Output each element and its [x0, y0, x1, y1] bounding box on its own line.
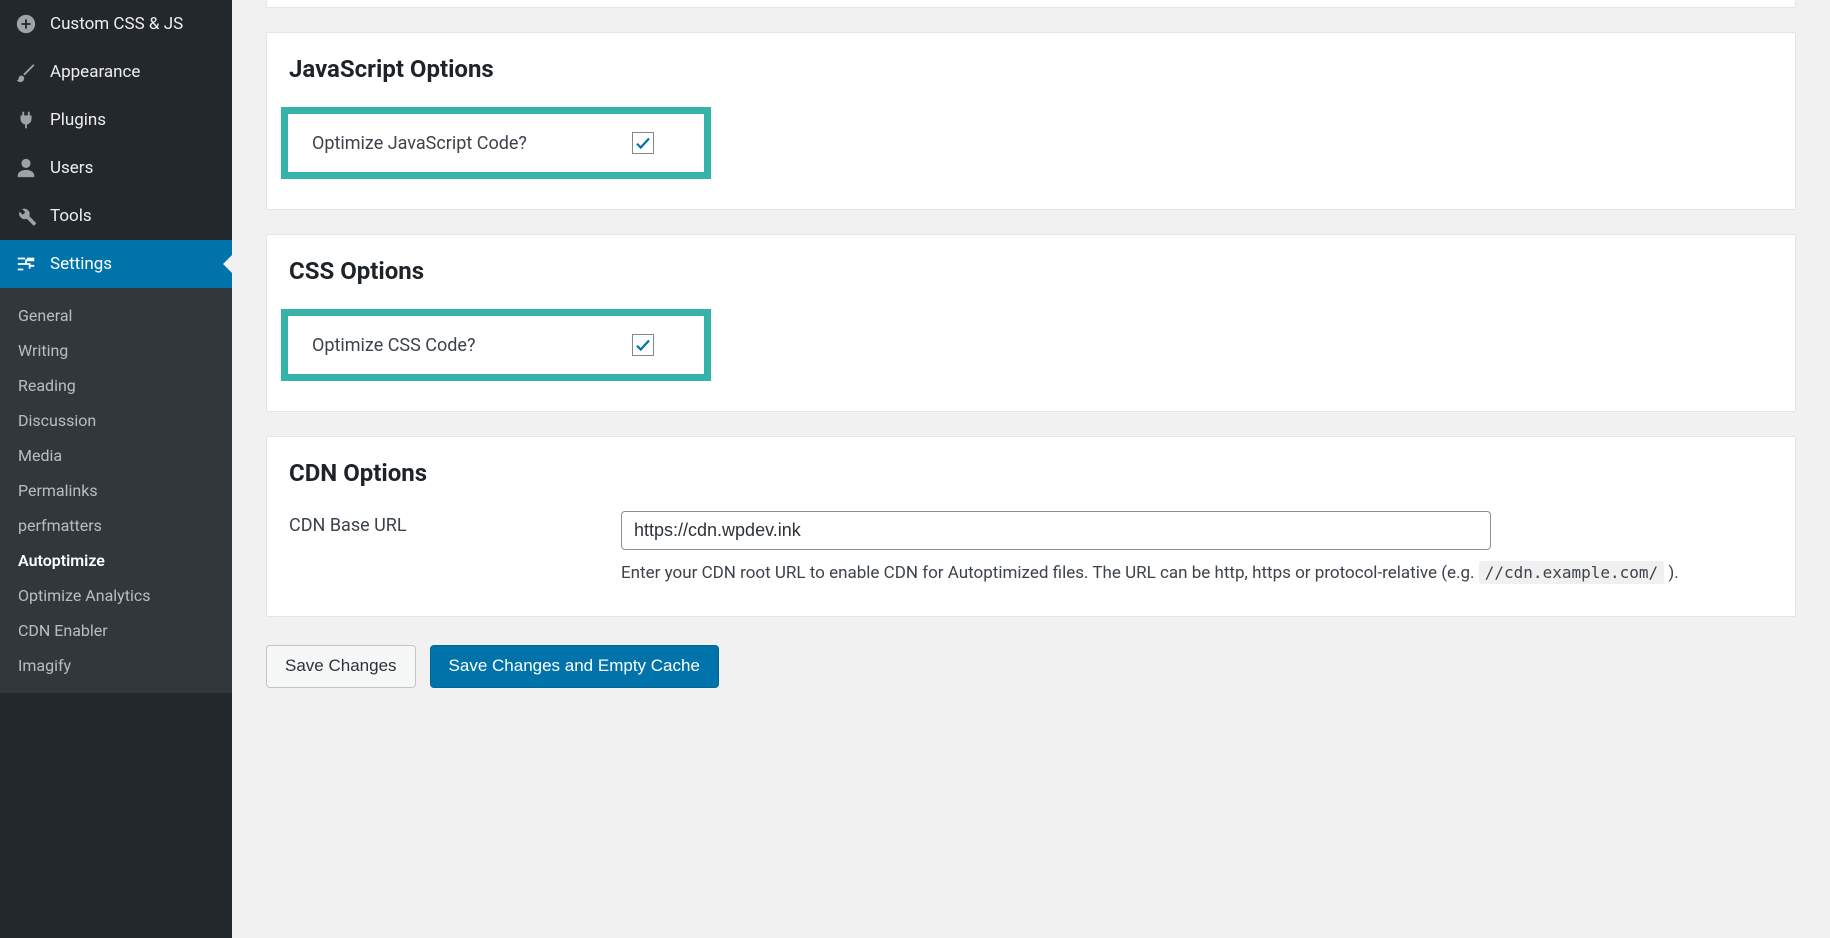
panel-stub-above: [266, 0, 1796, 8]
sidebar-item-tools[interactable]: Tools: [0, 192, 232, 240]
checkbox-optimize-css[interactable]: [632, 334, 654, 356]
sidebar-item-label: Users: [50, 158, 93, 178]
button-row: Save Changes Save Changes and Empty Cach…: [266, 645, 1796, 687]
panel-javascript-options: JavaScript Options Optimize JavaScript C…: [266, 32, 1796, 210]
user-icon: [14, 156, 38, 180]
sidebar-item-label: Custom CSS & JS: [50, 14, 183, 34]
field-label-optimize-js: Optimize JavaScript Code?: [312, 133, 632, 154]
sidebar-item-users[interactable]: Users: [0, 144, 232, 192]
highlight-optimize-css: Optimize CSS Code?: [281, 309, 711, 381]
admin-sidebar: Custom CSS & JS Appearance Plugins Users: [0, 0, 232, 938]
save-button[interactable]: Save Changes: [266, 645, 416, 687]
sidebar-item-label: Appearance: [50, 62, 140, 82]
help-text-segment: Enter your CDN root URL to enable CDN fo…: [621, 563, 1479, 583]
sidebar-item-appearance[interactable]: Appearance: [0, 48, 232, 96]
sidebar-item-label: Settings: [50, 254, 112, 274]
submenu-item-perfmatters[interactable]: perfmatters: [0, 508, 232, 543]
sidebar-item-custom-css-js[interactable]: Custom CSS & JS: [0, 0, 232, 48]
submenu-item-reading[interactable]: Reading: [0, 368, 232, 403]
submenu-item-imagify[interactable]: Imagify: [0, 648, 232, 683]
save-and-empty-cache-button[interactable]: Save Changes and Empty Cache: [430, 645, 719, 687]
sidebar-item-label: Tools: [50, 206, 92, 226]
panel-cdn-options: CDN Options CDN Base URL Enter your CDN …: [266, 436, 1796, 617]
sidebar-item-label: Plugins: [50, 110, 106, 130]
submenu-item-cdn-enabler[interactable]: CDN Enabler: [0, 613, 232, 648]
help-code-example: //cdn.example.com/: [1479, 561, 1664, 584]
cdn-help-text: Enter your CDN root URL to enable CDN fo…: [621, 560, 1773, 586]
submenu-item-discussion[interactable]: Discussion: [0, 403, 232, 438]
submenu-item-optimize-analytics[interactable]: Optimize Analytics: [0, 578, 232, 613]
panel-title: CSS Options: [289, 257, 1773, 285]
wrench-icon: [14, 204, 38, 228]
panel-css-options: CSS Options Optimize CSS Code?: [266, 234, 1796, 412]
help-text-segment: ).: [1668, 563, 1678, 583]
brush-icon: [14, 60, 38, 84]
main-content: JavaScript Options Optimize JavaScript C…: [232, 0, 1830, 938]
highlight-optimize-js: Optimize JavaScript Code?: [281, 107, 711, 179]
checkbox-optimize-js[interactable]: [632, 132, 654, 154]
sidebar-item-plugins[interactable]: Plugins: [0, 96, 232, 144]
field-label-cdn-base-url: CDN Base URL: [289, 511, 621, 536]
field-label-optimize-css: Optimize CSS Code?: [312, 335, 632, 356]
sliders-icon: [14, 252, 38, 276]
input-cdn-base-url[interactable]: [621, 511, 1491, 550]
submenu-item-writing[interactable]: Writing: [0, 333, 232, 368]
panel-title: JavaScript Options: [289, 55, 1773, 83]
submenu-item-autoptimize[interactable]: Autoptimize: [0, 543, 232, 578]
settings-submenu: General Writing Reading Discussion Media…: [0, 288, 232, 693]
plug-icon: [14, 108, 38, 132]
submenu-item-media[interactable]: Media: [0, 438, 232, 473]
plus-circle-icon: [14, 12, 38, 36]
field-row-cdn-base-url: CDN Base URL Enter your CDN root URL to …: [289, 511, 1773, 586]
panel-title: CDN Options: [289, 459, 1773, 487]
check-icon: [634, 336, 652, 354]
sidebar-item-settings[interactable]: Settings: [0, 240, 232, 288]
submenu-item-general[interactable]: General: [0, 298, 232, 333]
check-icon: [634, 134, 652, 152]
submenu-item-permalinks[interactable]: Permalinks: [0, 473, 232, 508]
